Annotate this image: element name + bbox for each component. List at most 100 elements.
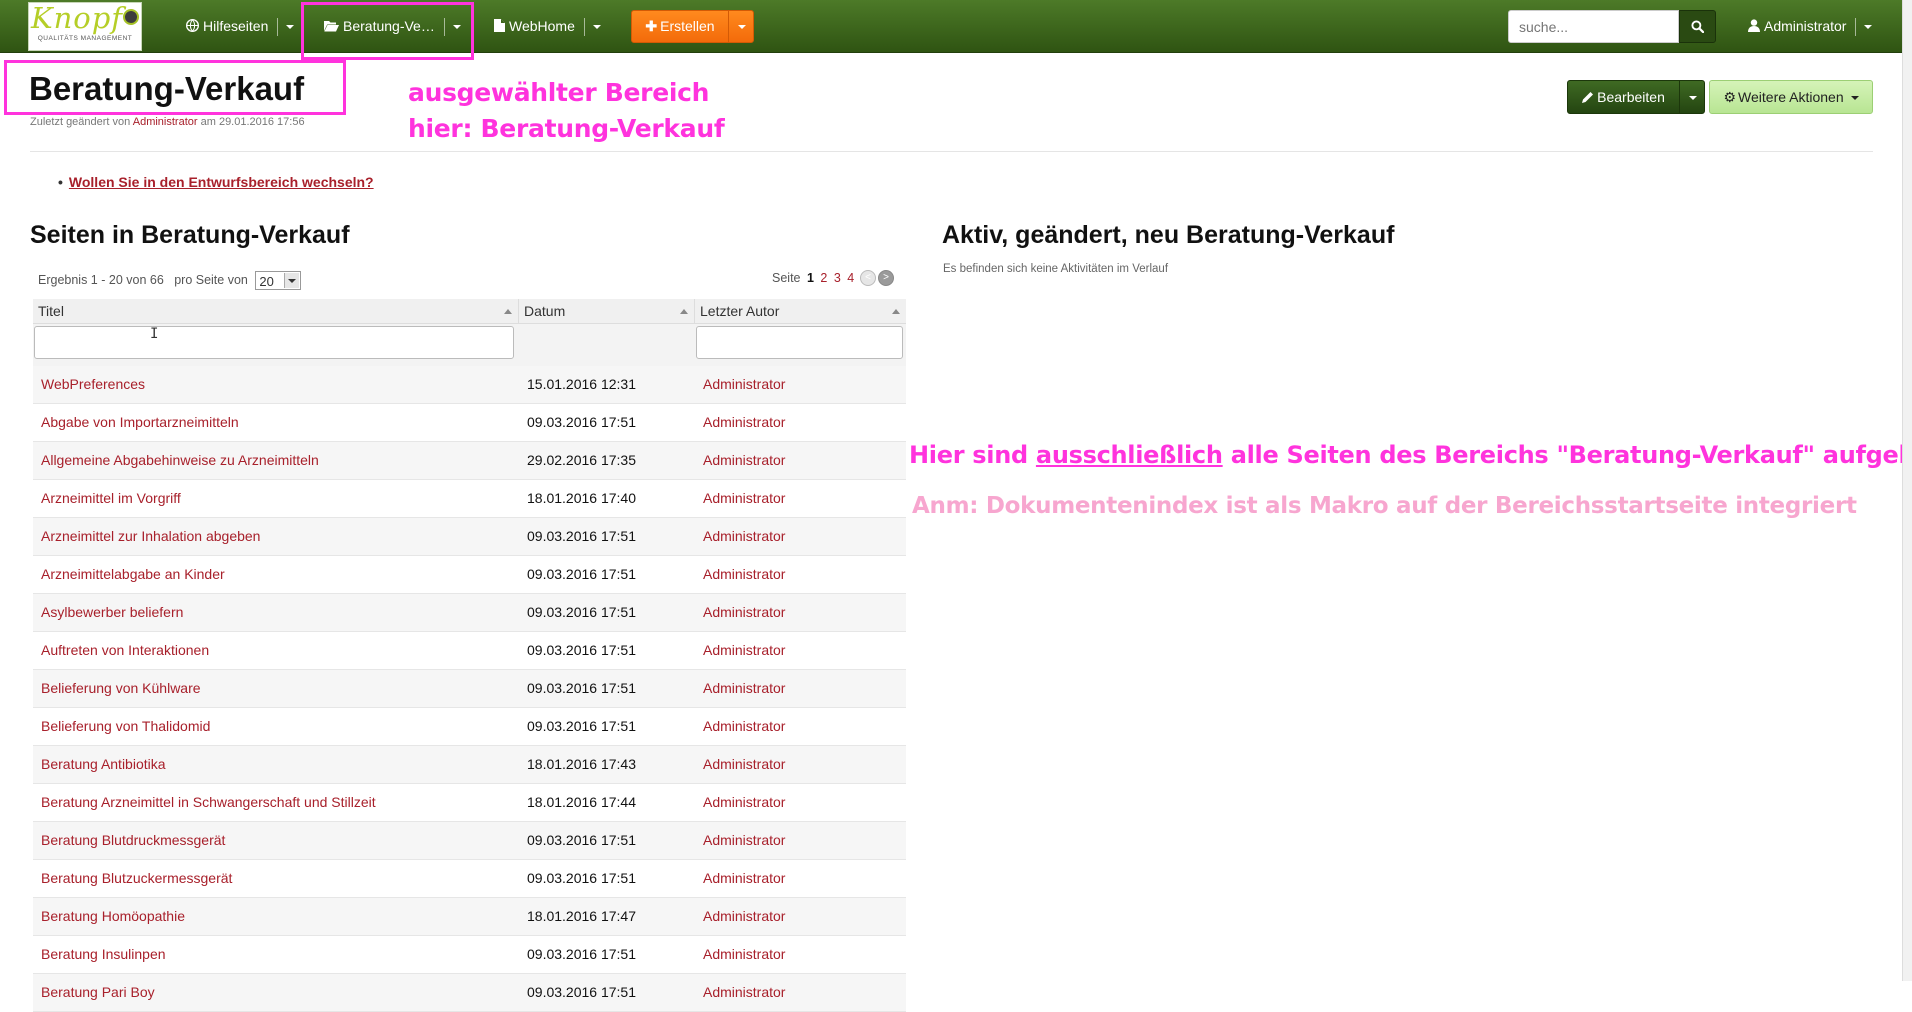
column-header-author[interactable]: Letzter Autor — [695, 299, 906, 323]
page-link-2[interactable]: 2 — [820, 271, 827, 285]
page-title-link[interactable]: Auftreten von Interaktionen — [41, 642, 209, 658]
table-body: WebPreferences 15.01.2016 12:31 Administra… — [33, 366, 906, 1012]
page-title-link[interactable]: Belieferung von Thalidomid — [41, 718, 210, 734]
page-date: 18.01.2016 17:40 — [527, 490, 636, 506]
page-title-link[interactable]: Arzneimittel im Vorgriff — [41, 490, 181, 506]
edit-dropdown-toggle[interactable] — [1679, 81, 1706, 113]
chevron-down-icon[interactable] — [592, 25, 601, 30]
page-author-link[interactable]: Administrator — [703, 832, 785, 848]
page-author-link[interactable]: Administrator — [703, 376, 785, 392]
page-link-3[interactable]: 3 — [834, 271, 841, 285]
page-link-4[interactable]: 4 — [847, 271, 854, 285]
author-filter-input[interactable] — [696, 326, 903, 359]
draft-area-link[interactable]: Wollen Sie in den Entwurfsbereich wechse… — [69, 174, 374, 190]
gear-icon: ⚙ — [1723, 89, 1737, 105]
author-link[interactable]: Administrator — [133, 116, 198, 128]
pencil-icon — [1582, 92, 1594, 103]
chevron-down-icon — [288, 279, 297, 283]
nav-item-webhome[interactable]: WebHome — [494, 0, 601, 52]
page-date: 09.03.2016 17:51 — [527, 414, 636, 430]
logo-button-icon — [123, 9, 140, 25]
table-row: Belieferung von Thalidomid 09.03.2016 17:… — [33, 708, 906, 746]
page-title-link[interactable]: Allgemeine Abgabehinweise zu Arzneimitte… — [41, 452, 319, 468]
page-author-link[interactable]: Administrator — [703, 490, 785, 506]
last-modified-info: Zuletzt geändert von Administrator am 29… — [30, 116, 305, 128]
more-actions-button[interactable]: ⚙ Weitere Aktionen — [1709, 80, 1873, 114]
user-menu[interactable]: Administrator — [1748, 0, 1873, 53]
table-row: Allgemeine Abgabehinweise zu Arzneimitte… — [33, 442, 906, 480]
user-icon — [1748, 1, 1760, 53]
page-author-link[interactable]: Administrator — [703, 718, 785, 734]
page-author-link[interactable]: Administrator — [703, 642, 785, 658]
edit-button[interactable]: Bearbeiten — [1567, 80, 1705, 114]
table-row: WebPreferences 15.01.2016 12:31 Administra… — [33, 366, 906, 404]
create-dropdown-toggle[interactable] — [728, 11, 755, 42]
page-title-link[interactable]: Belieferung von Kühlware — [41, 680, 201, 696]
pager: Seite 1 2 3 4 — [772, 271, 855, 285]
activity-section-title: Aktiv, geändert, neu Beratung-Verkauf — [942, 221, 1395, 249]
page-author-link[interactable]: Administrator — [703, 566, 785, 582]
page-title-link[interactable]: Beratung Homöopathie — [41, 908, 185, 924]
page-author-link[interactable]: Administrator — [703, 908, 785, 924]
page-title-link[interactable]: Abgabe von Importarzneimitteln — [41, 414, 239, 430]
column-header-title[interactable]: Titel — [33, 299, 519, 323]
text-cursor-icon: I — [150, 326, 159, 342]
page-date: 09.03.2016 17:51 — [527, 604, 636, 620]
page-author-link[interactable]: Administrator — [703, 756, 785, 772]
page-author-link[interactable]: Administrator — [703, 452, 785, 468]
create-button[interactable]: ✚ Erstellen — [631, 10, 754, 43]
page-date: 09.03.2016 17:51 — [527, 946, 636, 962]
page-author-link[interactable]: Administrator — [703, 528, 785, 544]
page-title-link[interactable]: WebPreferences — [41, 376, 145, 392]
table-row: Beratung Pari Boy 09.03.2016 17:51 Adminis… — [33, 974, 906, 1012]
page-date: 29.02.2016 17:35 — [527, 452, 636, 468]
page-author-link[interactable]: Administrator — [703, 870, 785, 886]
globe-icon — [185, 1, 200, 53]
page-title-link[interactable]: Beratung Insulinpen — [41, 946, 166, 962]
page-title-link[interactable]: Beratung Antibiotika — [41, 756, 166, 772]
chevron-down-icon — [1689, 96, 1697, 101]
page-author-link[interactable]: Administrator — [703, 604, 785, 620]
page-title-link[interactable]: Beratung Blutdruckmessgerät — [41, 832, 225, 848]
plus-icon: ✚ — [645, 18, 658, 34]
company-logo[interactable]: Knopf QUALITÄTS MANAGEMENT — [28, 2, 142, 51]
page-date: 09.03.2016 17:51 — [527, 984, 636, 1000]
per-page-select[interactable]: 20 — [255, 271, 302, 290]
page-title-link[interactable]: Arzneimittelabgabe an Kinder — [41, 566, 225, 582]
search-input[interactable] — [1508, 10, 1679, 43]
page-title-link[interactable]: Asylbewerber beliefern — [41, 604, 183, 620]
filter-row — [33, 324, 906, 366]
search-icon — [1691, 20, 1705, 34]
chevron-down-icon[interactable] — [286, 25, 295, 30]
next-page-icon[interactable]: > — [878, 270, 894, 286]
page-title-link[interactable]: Beratung Blutzuckermessgerät — [41, 870, 232, 886]
page-author-link[interactable]: Administrator — [703, 946, 785, 962]
column-header-date[interactable]: Datum — [519, 299, 695, 323]
nav-item-hilfeseiten[interactable]: Hilfeseiten — [185, 0, 295, 53]
page-title-link[interactable]: Arzneimittel zur Inhalation abgeben — [41, 528, 260, 544]
table-row: Belieferung von Kühlware 09.03.2016 17:51… — [33, 670, 906, 708]
page-author-link[interactable]: Administrator — [703, 984, 785, 1000]
page-author-link[interactable]: Administrator — [703, 414, 785, 430]
nav-item-label: Hilfeseiten — [203, 18, 269, 34]
chevron-down-icon[interactable] — [1864, 25, 1873, 30]
page-date: 09.03.2016 17:51 — [527, 528, 636, 544]
previous-page-icon[interactable]: < — [860, 270, 876, 286]
search-button[interactable] — [1679, 10, 1716, 43]
result-count: Ergebnis 1 - 20 von 66 — [38, 272, 164, 287]
page-title-link[interactable]: Beratung Arzneimittel in Schwangerschaft… — [41, 794, 376, 810]
pages-section-title: Seiten in Beratung-Verkauf — [30, 221, 350, 249]
pages-table: Titel Datum Letzter Autor WebPreferences… — [33, 299, 906, 1012]
sort-icon — [504, 309, 512, 314]
page-title-link[interactable]: Beratung Pari Boy — [41, 984, 155, 1000]
highlight-box-nav — [301, 2, 474, 60]
vertical-scrollbar[interactable] — [1902, 0, 1912, 981]
table-row: Arzneimittel im Vorgriff 18.01.2016 17:40… — [33, 480, 906, 518]
page-link-1[interactable]: 1 — [807, 271, 814, 285]
page-author-link[interactable]: Administrator — [703, 680, 785, 696]
page-author-link[interactable]: Administrator — [703, 794, 785, 810]
title-filter-input[interactable] — [34, 326, 514, 359]
page-date: 09.03.2016 17:51 — [527, 642, 636, 658]
table-row: Abgabe von Importarzneimitteln 09.03.2016… — [33, 404, 906, 442]
divider — [30, 151, 1873, 152]
